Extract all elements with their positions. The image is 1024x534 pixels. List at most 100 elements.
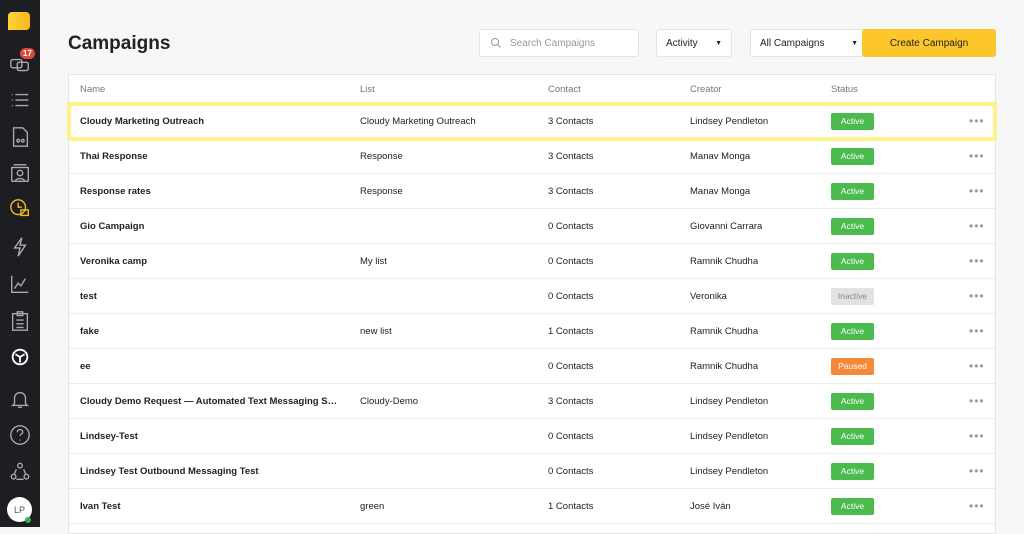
table-row[interactable]: Gio Campaign 0 Contacts Giovanni Carrara… (69, 209, 995, 244)
table-row[interactable]: Cloudy Demo Request — Automated Text Mes… (69, 384, 995, 419)
team-icon[interactable] (8, 460, 32, 484)
status-badge: Active (831, 322, 874, 340)
more-options-icon[interactable]: ••• (969, 219, 985, 233)
caret-down-icon: ▼ (715, 39, 722, 47)
campaign-name[interactable]: Gio Campaign (80, 221, 342, 232)
campaign-list: Response (360, 150, 403, 162)
campaign-name[interactable]: fake (80, 326, 342, 337)
campaign-name[interactable]: Response rates (80, 186, 342, 197)
more-options-icon[interactable]: ••• (969, 289, 985, 303)
campaign-name[interactable]: Cloudy Demo Request — Automated Text Mes… (80, 396, 342, 407)
caret-down-icon: ▼ (851, 39, 858, 47)
page-title: Campaigns (68, 33, 171, 54)
campaign-contacts: 0 Contacts (548, 220, 594, 232)
campaign-list: new list (360, 325, 392, 337)
table-row[interactable]: ee 0 Contacts Ramnik Chudha Paused ••• (69, 349, 995, 384)
header-name[interactable]: Name (80, 84, 342, 95)
more-options-icon[interactable]: ••• (969, 149, 985, 163)
more-options-icon[interactable]: ••• (969, 429, 985, 443)
template-icon[interactable] (8, 125, 32, 149)
campaign-creator: Lindsey Pendleton (690, 465, 769, 477)
status-cell: Paused (831, 357, 874, 375)
header-status[interactable]: Status (831, 84, 858, 95)
contacts-icon[interactable] (8, 161, 32, 185)
campaign-creator: Veronika (690, 290, 727, 302)
more-options-icon[interactable]: ••• (969, 114, 985, 128)
table-row[interactable]: Veronika camp My list 0 Contacts Ramnik … (69, 244, 995, 279)
campaign-creator: Ramnik Chudha (690, 325, 759, 337)
status-cell: Active (831, 182, 874, 200)
filter-label: All Campaigns (760, 37, 825, 49)
status-badge: Active (831, 427, 874, 445)
help-icon[interactable] (8, 423, 32, 447)
table-row[interactable]: Ivan Test green 1 Contacts José Iván Act… (69, 489, 995, 524)
analytics-icon[interactable] (8, 272, 32, 296)
table-row[interactable]: Thai Response Response 3 Contacts Manav … (69, 139, 995, 174)
table-row[interactable]: fake new list 1 Contacts Ramnik Chudha A… (69, 314, 995, 349)
clipboard-icon[interactable] (8, 309, 32, 333)
status-cell: Active (831, 427, 874, 445)
table-row[interactable]: test 0 Contacts Veronika Inactive ••• (69, 279, 995, 314)
campaign-contacts: 1 Contacts (548, 500, 594, 512)
campaign-name[interactable]: ee (80, 361, 342, 372)
campaign-name[interactable]: Lindsey-Test (80, 431, 342, 442)
status-badge: Active (831, 147, 874, 165)
campaign-contacts: 0 Contacts (548, 255, 594, 267)
lightning-icon[interactable] (8, 235, 32, 259)
activity-dropdown[interactable]: Activity ▼ (656, 29, 732, 57)
settings-icon[interactable] (8, 345, 32, 369)
campaign-contacts: 3 Contacts (548, 150, 594, 162)
logo-icon[interactable] (8, 12, 30, 30)
more-options-icon[interactable]: ••• (969, 184, 985, 198)
campaign-name[interactable]: Veronika camp (80, 256, 342, 267)
list-icon[interactable] (8, 88, 32, 112)
campaign-contacts: 0 Contacts (548, 290, 594, 302)
status-badge: Paused (831, 357, 874, 375)
campaign-name[interactable]: Ivan Test (80, 501, 342, 512)
status-cell: Inactive (831, 287, 874, 305)
campaign-creator: Lindsey Pendleton (690, 430, 769, 442)
table-row[interactable]: Lindsey-Test 0 Contacts Lindsey Pendleto… (69, 419, 995, 454)
table-header: Name List Contact Creator Status (69, 75, 995, 104)
campaign-name[interactable]: Thai Response (80, 151, 342, 162)
campaign-list: Cloudy-Demo (360, 395, 419, 407)
search-input[interactable]: Search Campaigns (479, 29, 639, 57)
campaign-name[interactable]: test (80, 291, 342, 302)
table-row[interactable]: Response rates Response 3 Contacts Manav… (69, 174, 995, 209)
more-options-icon[interactable]: ••• (969, 499, 985, 513)
campaign-name[interactable]: Lindsey Test Outbound Messaging Test (80, 466, 342, 477)
more-options-icon[interactable]: ••• (969, 394, 985, 408)
more-options-icon[interactable]: ••• (969, 464, 985, 478)
campaign-filter-dropdown[interactable]: All Campaigns ▼ (750, 29, 868, 57)
online-indicator (25, 517, 31, 523)
campaigns-icon[interactable] (8, 197, 32, 221)
status-cell: Active (831, 252, 874, 270)
campaign-creator: Giovanni Carrara (690, 220, 763, 232)
campaign-list: green (360, 500, 385, 512)
status-cell: Active (831, 462, 874, 480)
campaign-contacts: 0 Contacts (548, 430, 594, 442)
status-badge: Active (831, 182, 874, 200)
header-contact[interactable]: Contact (548, 84, 581, 95)
status-cell: Active (831, 147, 874, 165)
more-options-icon[interactable]: ••• (969, 254, 985, 268)
campaign-name[interactable]: Cloudy Marketing Outreach (80, 116, 342, 127)
table-row[interactable]: Lindsey Test Outbound Messaging Test 0 C… (69, 454, 995, 489)
campaign-list: Response (360, 185, 403, 197)
more-options-icon[interactable]: ••• (969, 324, 985, 338)
campaign-creator: Lindsey Pendleton (690, 395, 769, 407)
table-row[interactable]: Cloudy Marketing Outreach Cloudy Marketi… (67, 102, 997, 141)
status-badge: Active (831, 462, 874, 480)
bell-icon[interactable] (8, 387, 32, 411)
status-badge: Active (831, 217, 874, 235)
status-cell: Active (831, 217, 874, 235)
campaign-contacts: 0 Contacts (548, 465, 594, 477)
campaign-contacts: 3 Contacts (548, 115, 594, 127)
header-creator[interactable]: Creator (690, 84, 722, 95)
search-placeholder: Search Campaigns (510, 37, 596, 49)
campaign-creator: Manav Monga (690, 185, 751, 197)
campaign-list: My list (360, 255, 387, 267)
create-campaign-button[interactable]: Create Campaign (862, 29, 996, 57)
header-list[interactable]: List (360, 84, 375, 95)
more-options-icon[interactable]: ••• (969, 359, 985, 373)
